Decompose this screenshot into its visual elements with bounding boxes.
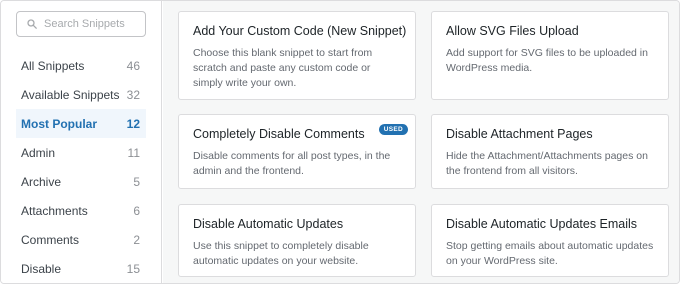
search-icon [27,19,37,29]
category-list: All Snippets 46 Available Snippets 32 Mo… [16,51,146,283]
category-all-snippets[interactable]: All Snippets 46 [16,51,146,80]
used-badge: USED [378,124,408,135]
category-count: 5 [133,174,140,189]
snippet-title: Add Your Custom Code (New Snippet) [193,24,407,38]
snippet-title: Completely Disable Comments [193,127,365,141]
category-label: Comments [21,232,80,247]
category-label: Admin [21,145,56,160]
snippet-description: Stop getting emails about automatic upda… [446,240,654,267]
category-count: 6 [133,203,140,218]
snippet-description: Choose this blank snippet to start from … [193,47,373,89]
category-comments[interactable]: Comments 2 [16,225,146,254]
category-attachments[interactable]: Attachments 6 [16,196,146,225]
snippet-card-disable-update-emails[interactable]: Disable Automatic Updates Emails Stop ge… [431,204,669,277]
snippet-grid: Add Your Custom Code (New Snippet) Choos… [163,1,679,283]
category-count: 2 [133,232,140,247]
category-label: All Snippets [21,58,85,73]
category-most-popular[interactable]: Most Popular 12 [16,109,146,138]
category-label: Disable [21,261,62,276]
snippet-card-disable-comments[interactable]: USED Completely Disable Comments Disable… [178,114,416,189]
category-count: 12 [126,116,140,131]
snippet-title: Disable Automatic Updates Emails [446,217,638,231]
snippet-card-disable-attachment-pages[interactable]: Disable Attachment Pages Hide the Attach… [431,114,669,189]
category-label: Attachments [21,203,88,218]
snippet-description: Add support for SVG files to be uploaded… [446,47,648,74]
snippet-description: Disable comments for all post types, in … [193,150,391,177]
category-disable[interactable]: Disable 15 [16,254,146,283]
search-input[interactable] [44,18,144,30]
snippet-card-disable-auto-updates[interactable]: Disable Automatic Updates Use this snipp… [178,204,416,277]
category-available-snippets[interactable]: Available Snippets 32 [16,80,146,109]
category-count: 46 [126,58,140,73]
category-admin[interactable]: Admin 11 [16,138,146,167]
snippet-library: All Snippets 46 Available Snippets 32 Mo… [0,0,680,284]
snippet-card-add-custom-code[interactable]: Add Your Custom Code (New Snippet) Choos… [178,11,416,100]
category-archive[interactable]: Archive 5 [16,167,146,196]
search-box[interactable] [16,11,146,37]
category-count: 32 [126,87,140,102]
snippet-title: Disable Attachment Pages [446,127,593,141]
category-label: Available Snippets [21,87,120,102]
category-label: Archive [21,174,62,189]
category-count: 15 [126,261,140,276]
snippet-description: Hide the Attachment/Attachments pages on… [446,150,648,177]
snippet-title: Disable Automatic Updates [193,217,344,231]
snippet-description: Use this snippet to completely disable a… [193,240,369,267]
snippet-title: Allow SVG Files Upload [446,24,579,38]
category-label: Most Popular [21,116,98,131]
category-sidebar: All Snippets 46 Available Snippets 32 Mo… [1,1,162,283]
snippet-card-allow-svg-upload[interactable]: Allow SVG Files Upload Add support for S… [431,11,669,100]
category-count: 11 [127,145,140,160]
